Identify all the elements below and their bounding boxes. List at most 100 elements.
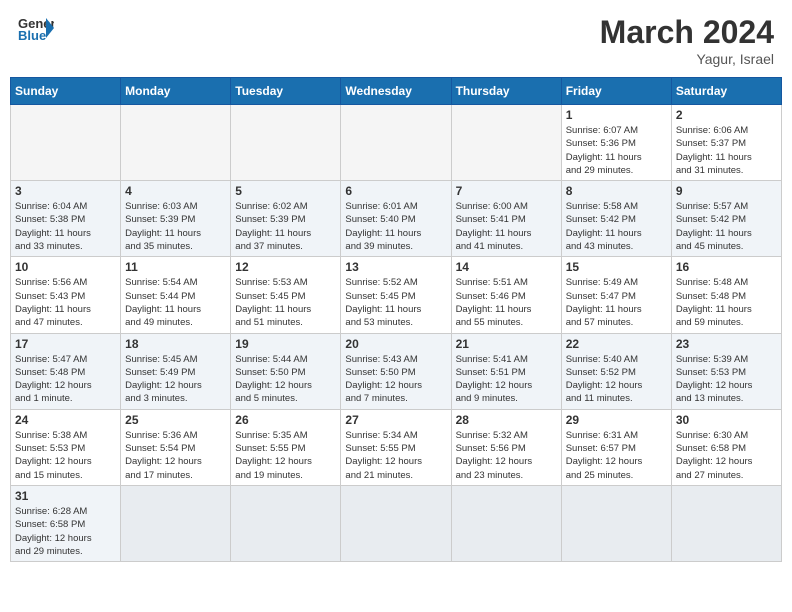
day-number: 1 [566, 108, 667, 122]
month-title: March 2024 [600, 14, 774, 51]
calendar-cell: 6Sunrise: 6:01 AM Sunset: 5:40 PM Daylig… [341, 181, 451, 257]
day-number: 13 [345, 260, 446, 274]
day-number: 22 [566, 337, 667, 351]
calendar-cell: 24Sunrise: 5:38 AM Sunset: 5:53 PM Dayli… [11, 409, 121, 485]
calendar-cell: 2Sunrise: 6:06 AM Sunset: 5:37 PM Daylig… [671, 105, 781, 181]
calendar-cell: 23 Sunrise: 5:39 AM Sunset: 5:53 PM Dayli… [671, 333, 781, 409]
day-number: 8 [566, 184, 667, 198]
day-info: Sunrise: 5:53 AM Sunset: 5:45 PM Dayligh… [235, 276, 336, 329]
day-number: 14 [456, 260, 557, 274]
calendar-cell: 30 Sunrise: 6:30 AM Sunset: 6:58 PM Dayli… [671, 409, 781, 485]
day-number: 31 [15, 489, 116, 503]
day-info: Sunrise: 5:52 AM Sunset: 5:45 PM Dayligh… [345, 276, 446, 329]
week-row-3: 10 Sunrise: 5:56 AM Sunset: 5:43 PM Dayli… [11, 257, 782, 333]
day-info: Sunrise: 5:43 AM Sunset: 5:50 PM Dayligh… [345, 353, 446, 406]
calendar-cell: 27 Sunrise: 5:34 AM Sunset: 5:55 PM Dayli… [341, 409, 451, 485]
day-header-tuesday: Tuesday [231, 78, 341, 105]
calendar-cell: 11 Sunrise: 5:54 AM Sunset: 5:44 PM Dayli… [121, 257, 231, 333]
calendar-cell: 16 Sunrise: 5:48 AM Sunset: 5:48 PM Dayli… [671, 257, 781, 333]
day-info: Sunrise: 6:01 AM Sunset: 5:40 PM Dayligh… [345, 200, 446, 253]
calendar-cell: 17 Sunrise: 5:47 AM Sunset: 5:48 PM Dayli… [11, 333, 121, 409]
calendar-cell: 20 Sunrise: 5:43 AM Sunset: 5:50 PM Dayli… [341, 333, 451, 409]
calendar-cell [341, 485, 451, 561]
day-info: Sunrise: 6:06 AM Sunset: 5:37 PM Dayligh… [676, 124, 777, 177]
calendar-cell [231, 485, 341, 561]
location: Yagur, Israel [600, 51, 774, 67]
day-number: 4 [125, 184, 226, 198]
week-row-2: 3 Sunrise: 6:04 AM Sunset: 5:38 PM Daylig… [11, 181, 782, 257]
day-header-friday: Friday [561, 78, 671, 105]
day-info: Sunrise: 5:40 AM Sunset: 5:52 PM Dayligh… [566, 353, 667, 406]
day-info: Sunrise: 6:31 AM Sunset: 6:57 PM Dayligh… [566, 429, 667, 482]
week-row-5: 24Sunrise: 5:38 AM Sunset: 5:53 PM Dayli… [11, 409, 782, 485]
day-info: Sunrise: 5:54 AM Sunset: 5:44 PM Dayligh… [125, 276, 226, 329]
day-number: 24 [15, 413, 116, 427]
calendar-cell: 10 Sunrise: 5:56 AM Sunset: 5:43 PM Dayli… [11, 257, 121, 333]
day-number: 3 [15, 184, 116, 198]
day-number: 17 [15, 337, 116, 351]
calendar-cell [121, 105, 231, 181]
week-row-1: 1 Sunrise: 6:07 AM Sunset: 5:36 PM Daylig… [11, 105, 782, 181]
day-header-wednesday: Wednesday [341, 78, 451, 105]
week-row-6: 31 Sunrise: 6:28 AM Sunset: 6:58 PM Dayli… [11, 485, 782, 561]
day-info: Sunrise: 5:48 AM Sunset: 5:48 PM Dayligh… [676, 276, 777, 329]
day-info: Sunrise: 6:00 AM Sunset: 5:41 PM Dayligh… [456, 200, 557, 253]
calendar-cell [231, 105, 341, 181]
day-info: Sunrise: 5:47 AM Sunset: 5:48 PM Dayligh… [15, 353, 116, 406]
day-info: Sunrise: 5:35 AM Sunset: 5:55 PM Dayligh… [235, 429, 336, 482]
day-number: 12 [235, 260, 336, 274]
day-number: 10 [15, 260, 116, 274]
day-header-saturday: Saturday [671, 78, 781, 105]
calendar-cell: 31 Sunrise: 6:28 AM Sunset: 6:58 PM Dayli… [11, 485, 121, 561]
day-info: Sunrise: 5:58 AM Sunset: 5:42 PM Dayligh… [566, 200, 667, 253]
day-info: Sunrise: 6:02 AM Sunset: 5:39 PM Dayligh… [235, 200, 336, 253]
day-number: 23 [676, 337, 777, 351]
day-number: 27 [345, 413, 446, 427]
calendar-header-row: SundayMondayTuesdayWednesdayThursdayFrid… [11, 78, 782, 105]
day-number: 26 [235, 413, 336, 427]
day-info: Sunrise: 6:07 AM Sunset: 5:36 PM Dayligh… [566, 124, 667, 177]
calendar-cell: 25 Sunrise: 5:36 AM Sunset: 5:54 PM Dayli… [121, 409, 231, 485]
day-info: Sunrise: 6:03 AM Sunset: 5:39 PM Dayligh… [125, 200, 226, 253]
day-number: 28 [456, 413, 557, 427]
week-row-4: 17 Sunrise: 5:47 AM Sunset: 5:48 PM Dayli… [11, 333, 782, 409]
calendar-cell: 14 Sunrise: 5:51 AM Sunset: 5:46 PM Dayli… [451, 257, 561, 333]
day-number: 7 [456, 184, 557, 198]
calendar-cell: 15 Sunrise: 5:49 AM Sunset: 5:47 PM Dayli… [561, 257, 671, 333]
day-number: 30 [676, 413, 777, 427]
day-number: 11 [125, 260, 226, 274]
day-info: Sunrise: 5:49 AM Sunset: 5:47 PM Dayligh… [566, 276, 667, 329]
calendar-cell: 19Sunrise: 5:44 AM Sunset: 5:50 PM Dayli… [231, 333, 341, 409]
day-number: 19 [235, 337, 336, 351]
day-number: 9 [676, 184, 777, 198]
calendar-cell [451, 105, 561, 181]
calendar-cell: 29 Sunrise: 6:31 AM Sunset: 6:57 PM Dayli… [561, 409, 671, 485]
day-number: 29 [566, 413, 667, 427]
calendar-cell [121, 485, 231, 561]
calendar-cell: 22 Sunrise: 5:40 AM Sunset: 5:52 PM Dayli… [561, 333, 671, 409]
day-number: 16 [676, 260, 777, 274]
day-info: Sunrise: 5:51 AM Sunset: 5:46 PM Dayligh… [456, 276, 557, 329]
day-number: 25 [125, 413, 226, 427]
day-info: Sunrise: 6:28 AM Sunset: 6:58 PM Dayligh… [15, 505, 116, 558]
day-info: Sunrise: 5:41 AM Sunset: 5:51 PM Dayligh… [456, 353, 557, 406]
calendar-cell: 7 Sunrise: 6:00 AM Sunset: 5:41 PM Daylig… [451, 181, 561, 257]
day-info: Sunrise: 5:39 AM Sunset: 5:53 PM Dayligh… [676, 353, 777, 406]
calendar-cell [341, 105, 451, 181]
day-info: Sunrise: 5:36 AM Sunset: 5:54 PM Dayligh… [125, 429, 226, 482]
day-info: Sunrise: 6:30 AM Sunset: 6:58 PM Dayligh… [676, 429, 777, 482]
day-number: 15 [566, 260, 667, 274]
calendar-cell: 5Sunrise: 6:02 AM Sunset: 5:39 PM Daylig… [231, 181, 341, 257]
calendar-cell [11, 105, 121, 181]
day-number: 20 [345, 337, 446, 351]
day-info: Sunrise: 5:34 AM Sunset: 5:55 PM Dayligh… [345, 429, 446, 482]
calendar-cell: 18Sunrise: 5:45 AM Sunset: 5:49 PM Dayli… [121, 333, 231, 409]
calendar-table: SundayMondayTuesdayWednesdayThursdayFrid… [10, 77, 782, 562]
calendar-cell: 21Sunrise: 5:41 AM Sunset: 5:51 PM Dayli… [451, 333, 561, 409]
day-header-thursday: Thursday [451, 78, 561, 105]
day-info: Sunrise: 5:56 AM Sunset: 5:43 PM Dayligh… [15, 276, 116, 329]
calendar-cell: 4 Sunrise: 6:03 AM Sunset: 5:39 PM Daylig… [121, 181, 231, 257]
day-info: Sunrise: 5:45 AM Sunset: 5:49 PM Dayligh… [125, 353, 226, 406]
day-info: Sunrise: 6:04 AM Sunset: 5:38 PM Dayligh… [15, 200, 116, 253]
calendar-cell: 9Sunrise: 5:57 AM Sunset: 5:42 PM Daylig… [671, 181, 781, 257]
